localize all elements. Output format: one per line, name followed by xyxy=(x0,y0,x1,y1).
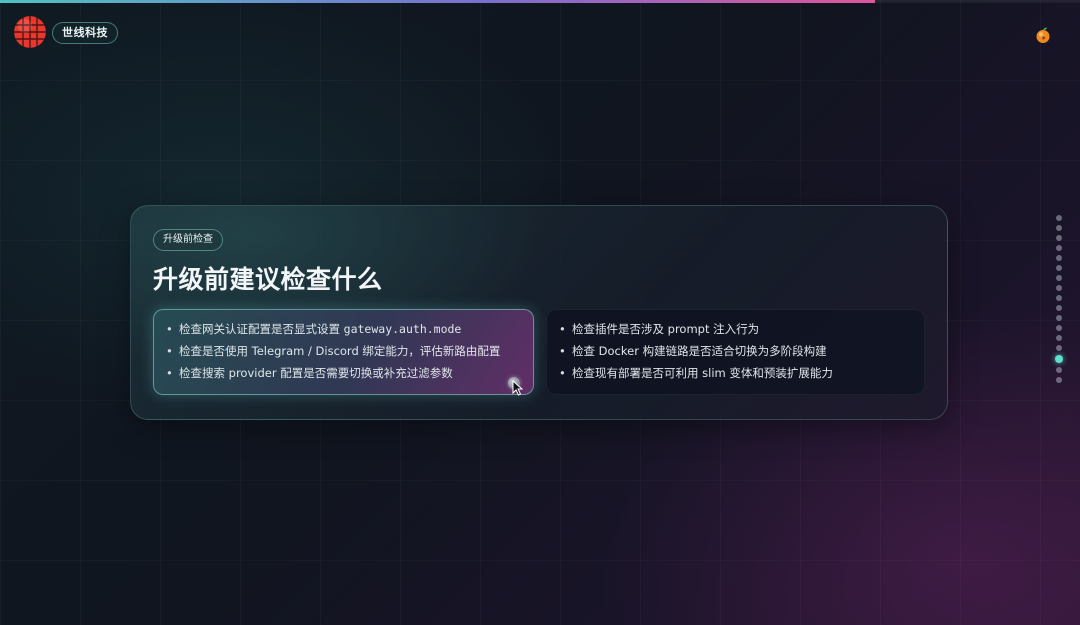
nav-dot[interactable] xyxy=(1056,367,1062,373)
nav-dot[interactable] xyxy=(1056,377,1062,383)
nav-dot[interactable] xyxy=(1056,215,1062,221)
slide-navigation-dots xyxy=(1053,215,1065,387)
section-tag: 升级前检查 xyxy=(153,229,223,251)
bullet-icon: • xyxy=(559,322,566,336)
list-item: • 检查搜索 provider 配置是否需要切换或补充过滤参数 xyxy=(166,362,521,384)
nav-dot[interactable] xyxy=(1056,285,1062,291)
bullet-icon: • xyxy=(166,322,173,336)
slide-title: 升级前建议检查什么 xyxy=(153,265,383,294)
nav-dot[interactable] xyxy=(1056,255,1062,261)
bullet-icon: • xyxy=(166,344,173,358)
brand-name-badge: 世线科技 xyxy=(52,22,118,44)
mouse-pointer-icon xyxy=(512,379,524,396)
nav-dot-active[interactable] xyxy=(1055,355,1063,363)
nav-dot[interactable] xyxy=(1056,275,1062,281)
nav-dot[interactable] xyxy=(1056,235,1062,241)
bullet-icon: • xyxy=(559,366,566,380)
nav-dot[interactable] xyxy=(1056,315,1062,321)
list-item: • 检查现有部署是否可利用 slim 变体和预装扩展能力 xyxy=(559,362,912,384)
list-item-text: 检查是否使用 Telegram / Discord 绑定能力，评估新路由配置 xyxy=(179,344,501,358)
list-item-text: 检查现有部署是否可利用 slim 变体和预装扩展能力 xyxy=(572,366,833,380)
slide-screen: 世线科技 升级前检查 升级前建议检查什么 • 检查网关认证配置是否显式设置 ga… xyxy=(0,0,1080,625)
list-item-text: 检查 Docker 构建链路是否适合切换为多阶段构建 xyxy=(572,344,827,358)
list-item: • 检查网关认证配置是否显式设置 gateway.auth.mode xyxy=(166,318,521,340)
red-globe-logo xyxy=(14,16,46,48)
checklist-left: • 检查网关认证配置是否显式设置 gateway.auth.mode • 检查是… xyxy=(166,318,521,384)
checklist-panel-right[interactable]: • 检查插件是否涉及 prompt 注入行为 • 检查 Docker 构建链路是… xyxy=(546,309,925,395)
nav-dot[interactable] xyxy=(1056,335,1062,341)
list-item: • 检查是否使用 Telegram / Discord 绑定能力，评估新路由配置 xyxy=(166,340,521,362)
progress-fill xyxy=(0,0,875,3)
nav-dot[interactable] xyxy=(1056,295,1062,301)
bullet-icon: • xyxy=(559,344,566,358)
checklist-panel-left[interactable]: • 检查网关认证配置是否显式设置 gateway.auth.mode • 检查是… xyxy=(153,309,534,395)
config-key-code: gateway.auth.mode xyxy=(343,322,462,336)
bullet-icon: • xyxy=(166,366,173,380)
content-card: 升级前检查 升级前建议检查什么 • 检查网关认证配置是否显式设置 gateway… xyxy=(130,205,948,420)
nav-dot[interactable] xyxy=(1056,265,1062,271)
list-item-text: 检查搜索 provider 配置是否需要切换或补充过滤参数 xyxy=(179,366,453,380)
list-item: • 检查 Docker 构建链路是否适合切换为多阶段构建 xyxy=(559,340,912,362)
nav-dot[interactable] xyxy=(1056,345,1062,351)
list-item-text: 检查网关认证配置是否显式设置 xyxy=(179,322,344,336)
nav-dot[interactable] xyxy=(1056,225,1062,231)
list-item: • 检查插件是否涉及 prompt 注入行为 xyxy=(559,318,912,340)
list-item-text: 检查插件是否涉及 prompt 注入行为 xyxy=(572,322,760,336)
progress-track xyxy=(0,0,1080,3)
nav-dot[interactable] xyxy=(1056,305,1062,311)
nav-dot[interactable] xyxy=(1056,325,1062,331)
nav-dot[interactable] xyxy=(1056,245,1062,251)
checklist-right: • 检查插件是否涉及 prompt 注入行为 • 检查 Docker 构建链路是… xyxy=(559,318,912,384)
orange-fruit-icon[interactable] xyxy=(1034,26,1052,44)
